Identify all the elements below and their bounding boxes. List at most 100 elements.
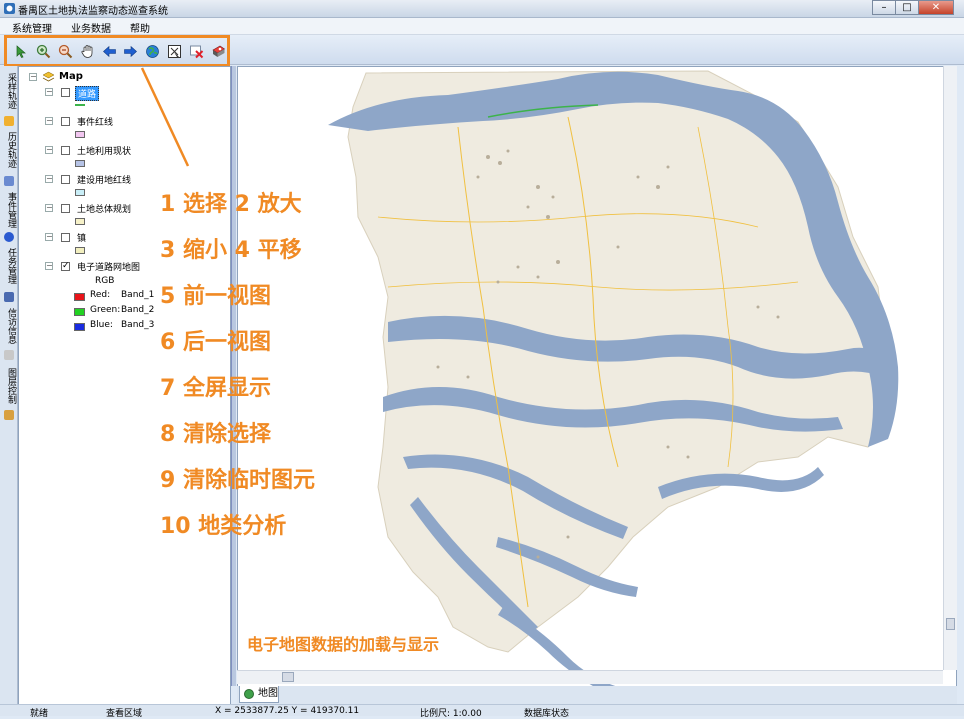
pan-hand-icon <box>81 44 93 58</box>
layer-fill-swatch <box>75 247 85 254</box>
land-type-analysis-button[interactable] <box>210 43 227 60</box>
clear-selection-button[interactable] <box>166 43 183 60</box>
status-coordinates: X = 2533877.25 Y = 419370.11 <box>215 706 360 716</box>
layer-checkbox[interactable] <box>61 175 70 184</box>
layer-fill-swatch <box>75 160 85 167</box>
expander-layer[interactable]: − <box>45 262 53 270</box>
tab-event-management[interactable]: 事件管理 <box>2 188 17 232</box>
app-icon <box>4 3 15 14</box>
band-label: Blue: <box>90 320 113 330</box>
band-label: Green: <box>90 305 121 315</box>
raster-mode: RGB <box>95 276 115 286</box>
menu-help[interactable]: 帮助 <box>118 18 157 35</box>
layer-checkbox[interactable] <box>61 204 70 213</box>
select-tool-button[interactable] <box>13 43 30 60</box>
pan-button[interactable] <box>79 43 96 60</box>
road-line-symbol <box>75 104 85 106</box>
layer-label-road-network-map[interactable]: 电子道路网地图 <box>77 260 140 273</box>
scrollbar-thumb[interactable] <box>946 618 955 630</box>
layer-checkbox[interactable] <box>61 233 70 242</box>
scrollbar-thumb[interactable] <box>282 672 294 682</box>
menu-business-data[interactable]: 业务数据 <box>59 18 118 35</box>
map-canvas <box>328 70 899 687</box>
select-tool-icon <box>16 44 26 58</box>
layer-label-construction-redline[interactable]: 建设用地红线 <box>77 173 131 186</box>
layer-checkbox-checked[interactable]: ✓ <box>61 262 70 271</box>
callout-1: 1 选择 2 放大 <box>160 192 302 217</box>
layer-label-land-use-status[interactable]: 土地利用现状 <box>77 144 131 157</box>
tree-root-map[interactable]: Map <box>59 71 83 82</box>
status-database: 数据库状态 <box>524 709 570 719</box>
horizontal-scrollbar[interactable] <box>237 670 943 684</box>
callout-3: 5 前一视图 <box>160 284 271 309</box>
band-value: Band_1 <box>121 290 155 300</box>
clear-selection-icon <box>168 44 182 58</box>
full-extent-globe-icon <box>146 44 160 58</box>
menu-system[interactable]: 系统管理 <box>0 18 59 35</box>
red-band-swatch <box>74 293 85 301</box>
title-bar: 番禺区土地执法监察动态巡查系统 – □ ✕ <box>0 0 964 18</box>
zoom-out-icon <box>58 44 72 58</box>
layer-label-town[interactable]: 镇 <box>77 231 86 244</box>
task-icon <box>4 292 14 302</box>
clear-temp-graphics-button[interactable] <box>188 43 205 60</box>
status-scale: 比例尺: 1:0.00 <box>420 709 482 719</box>
layer-checkbox[interactable] <box>61 117 70 126</box>
close-button[interactable]: ✕ <box>918 0 954 15</box>
tab-layer-control[interactable]: 图层控制 <box>2 364 17 408</box>
tab-history-track[interactable]: 历史轨迹 <box>2 128 17 172</box>
menu-bar: 系统管理 业务数据 帮助 <box>0 18 964 35</box>
layer-checkbox[interactable] <box>61 146 70 155</box>
band-value: Band_2 <box>121 305 155 315</box>
expander-layer[interactable]: − <box>45 117 53 125</box>
vertical-scrollbar[interactable] <box>943 66 957 670</box>
layer-fill-swatch <box>75 218 85 225</box>
minimize-button[interactable]: – <box>872 0 896 15</box>
expander-layer[interactable]: − <box>45 233 53 241</box>
layer-checkbox[interactable] <box>61 88 70 97</box>
zoom-in-button[interactable] <box>35 43 52 60</box>
next-view-icon <box>124 45 138 57</box>
expander-layer[interactable]: − <box>45 204 53 212</box>
petition-icon <box>4 350 14 360</box>
expander-layer[interactable]: − <box>45 88 53 96</box>
expander-layer[interactable]: − <box>45 175 53 183</box>
person-icon <box>4 176 14 186</box>
layer-icon <box>4 410 14 420</box>
band-value: Band_3 <box>121 320 155 330</box>
land-type-analysis-icon <box>212 45 226 57</box>
layer-label-event-redline[interactable]: 事件红线 <box>77 115 113 128</box>
tab-petition-info[interactable]: 信访信息 <box>2 304 17 348</box>
tab-map-label: 地图 <box>258 688 278 699</box>
document-tab-strip: 地图 <box>237 686 957 704</box>
callout-7: 9 清除临时图元 <box>160 468 315 493</box>
callout-8: 10 地类分析 <box>160 514 287 539</box>
event-icon <box>4 232 14 242</box>
previous-view-button[interactable] <box>101 43 118 60</box>
tab-map[interactable]: 地图 <box>239 686 279 703</box>
previous-view-icon <box>102 45 116 57</box>
next-view-button[interactable] <box>123 43 140 60</box>
full-extent-button[interactable] <box>144 43 161 60</box>
green-band-swatch <box>74 308 85 316</box>
callout-5: 7 全屏显示 <box>160 376 271 401</box>
layer-fill-swatch <box>75 131 85 138</box>
zoom-in-icon <box>36 44 51 58</box>
map-view[interactable] <box>237 66 957 688</box>
blue-band-swatch <box>74 323 85 331</box>
callout-2: 3 缩小 4 平移 <box>160 238 302 263</box>
map-layers-icon <box>42 71 55 82</box>
maximize-button[interactable]: □ <box>895 0 919 15</box>
status-ready: 就绪 <box>30 709 49 719</box>
layer-label-roads[interactable]: 道路 <box>75 86 100 101</box>
status-query: 查看区域 <box>106 709 143 719</box>
layer-label-land-master-plan[interactable]: 土地总体规划 <box>77 202 131 215</box>
track-icon <box>4 116 14 126</box>
globe-icon <box>244 689 254 699</box>
expander-layer[interactable]: − <box>45 146 53 154</box>
map-caption: 电子地图数据的加载与显示 <box>247 635 440 654</box>
tab-sampling-track[interactable]: 采样轨迹 <box>2 68 17 114</box>
expander-root[interactable]: − <box>29 73 37 81</box>
zoom-out-button[interactable] <box>57 43 74 60</box>
tab-task-management[interactable]: 任务管理 <box>2 244 17 288</box>
